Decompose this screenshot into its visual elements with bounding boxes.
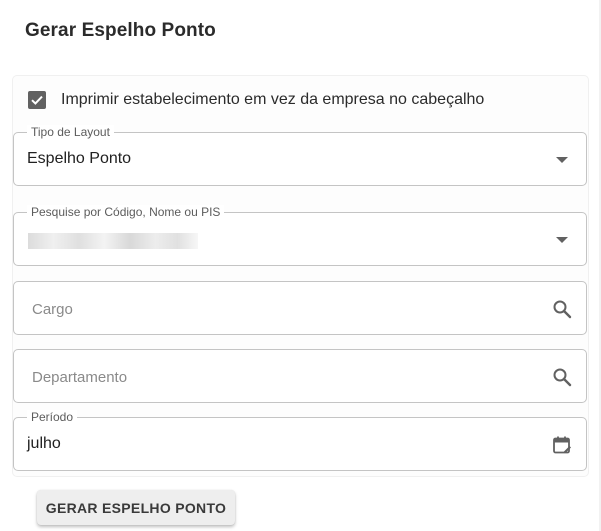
periodo-field[interactable]: Período julho <box>13 410 587 471</box>
search-icon[interactable] <box>551 298 573 320</box>
periodo-value: julho <box>27 435 61 452</box>
layout-type-label: Tipo de Layout <box>27 125 114 139</box>
arrow-drop-down-icon[interactable] <box>551 149 573 171</box>
gerar-espelho-dialog: Gerar Espelho Ponto Imprimir estabelecim… <box>0 0 601 531</box>
print-establishment-option[interactable]: Imprimir estabelecimento em vez da empre… <box>28 89 484 111</box>
employee-value-redacted <box>28 233 198 249</box>
layout-type-value: Espelho Ponto <box>27 150 132 167</box>
employee-search-select[interactable]: Pesquise por Código, Nome ou PIS <box>13 205 587 266</box>
print-establishment-label: Imprimir estabelecimento em vez da empre… <box>61 91 485 108</box>
calendar-edit-icon[interactable] <box>551 434 573 456</box>
employee-search-label: Pesquise por Código, Nome ou PIS <box>27 205 225 219</box>
print-establishment-checkbox[interactable] <box>28 91 46 109</box>
departamento-placeholder: Departamento <box>32 369 128 386</box>
departamento-field[interactable]: Departamento <box>13 349 587 403</box>
periodo-label: Período <box>27 410 78 424</box>
cargo-field[interactable]: Cargo <box>13 281 587 335</box>
checkmark-icon <box>31 95 43 105</box>
layout-type-select[interactable]: Tipo de Layout Espelho Ponto <box>13 125 587 186</box>
search-icon[interactable] <box>551 366 573 388</box>
cargo-placeholder: Cargo <box>32 301 73 318</box>
generate-mirror-button[interactable]: GERAR ESPELHO PONTO <box>37 490 235 525</box>
dialog-title: Gerar Espelho Ponto <box>25 20 216 41</box>
arrow-drop-down-icon[interactable] <box>551 229 573 251</box>
